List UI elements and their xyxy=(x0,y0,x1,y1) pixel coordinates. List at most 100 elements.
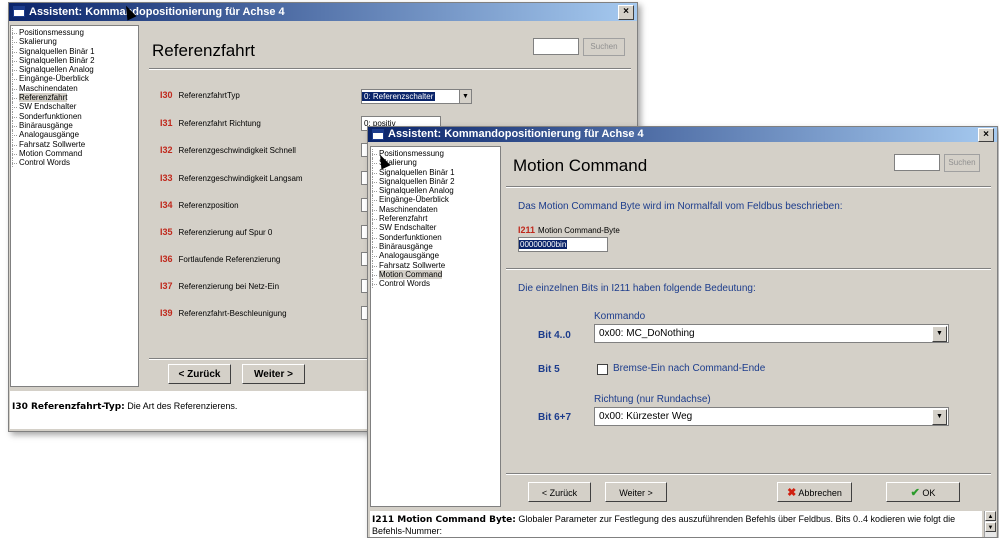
param-i32: I32 Referenzgeschwindigkeit Schnell xyxy=(160,145,296,155)
tree-item-label: Signalquellen Binär 2 xyxy=(19,55,95,65)
tree-item[interactable]: Fahrsatz Sollwerte xyxy=(371,260,500,271)
tree-item-label: SW Endschalter xyxy=(379,223,437,233)
front-mid-separator xyxy=(506,268,991,270)
tree-item[interactable]: Skalierung xyxy=(11,37,138,47)
i211-value-field[interactable]: 00000000bin xyxy=(518,237,608,252)
tree-item[interactable]: Binärausgänge xyxy=(11,120,138,131)
tree-item[interactable]: Sonderfunktionen xyxy=(371,232,500,243)
ok-label: OK xyxy=(922,488,936,498)
scroll-down-icon[interactable]: ▼ xyxy=(985,522,996,532)
mc-intro-text: Das Motion Command Byte wird im Normalfa… xyxy=(518,201,843,212)
tree-item[interactable]: Maschinendaten xyxy=(371,204,500,215)
help-scrollbar[interactable]: ▲ ▼ xyxy=(984,511,996,537)
front-weiter-button[interactable]: Weiter > xyxy=(605,482,667,502)
tree-item[interactable]: Signalquellen Binär 2 xyxy=(11,55,138,66)
param-i36: I36 Fortlaufende Referenzierung xyxy=(160,254,281,264)
tree-item[interactable]: Motion Command xyxy=(371,269,500,280)
tree-item-label: Fahrsatz Sollwerte xyxy=(19,139,86,149)
tree-item-label: Signalquellen Binär 2 xyxy=(379,176,455,186)
abbrechen-button[interactable]: ✖ Abbrechen xyxy=(777,482,852,502)
front-window: Assistent: Kommandopositionierung für Ac… xyxy=(367,126,998,538)
tree-item-label: Eingänge-Überblick xyxy=(19,74,89,84)
tree-item[interactable]: Eingänge-Überblick xyxy=(11,74,138,85)
tree-item[interactable]: Motion Command xyxy=(11,148,138,159)
tree-item-label: Binärausgänge xyxy=(19,120,73,130)
front-search-button[interactable]: Suchen xyxy=(944,154,980,172)
tree-item-label: Fahrsatz Sollwerte xyxy=(379,260,446,270)
tree-item[interactable]: Referenzfahrt xyxy=(371,214,500,224)
tree-item-label: Signalquellen Binär 1 xyxy=(19,46,95,56)
tree-item[interactable]: Positionsmessung xyxy=(11,28,138,38)
tree-item[interactable]: Signalquellen Analog xyxy=(11,65,138,75)
tree-item[interactable]: Maschinendaten xyxy=(11,83,138,94)
kommando-selected-value: 0x00: MC_DoNothing xyxy=(599,328,695,339)
tree-item[interactable]: Analogausgänge xyxy=(371,251,500,261)
bremse-label: Bremse-Ein nach Command-Ende xyxy=(613,363,766,374)
tree-item-label: Motion Command xyxy=(19,148,83,158)
param-i35: I35 Referenzierung auf Spur 0 xyxy=(160,227,273,237)
param-i34: I34 Referenzposition xyxy=(160,200,239,210)
tree-item-label: Signalquellen Binär 1 xyxy=(379,167,455,177)
richtung-select[interactable]: 0x00: Kürzester Weg ▼ xyxy=(594,407,949,426)
tree-item[interactable]: Signalquellen Binär 1 xyxy=(371,167,500,178)
tree-item-label: Skalierung xyxy=(19,37,57,47)
scroll-up-icon[interactable]: ▲ xyxy=(985,511,996,521)
richtung-selected-value: 0x00: Kürzester Weg xyxy=(599,411,693,422)
tree-item[interactable]: Signalquellen Binär 1 xyxy=(11,46,138,57)
close-icon[interactable]: × xyxy=(978,128,994,142)
tree-item[interactable]: SW Endschalter xyxy=(371,223,500,233)
cancel-x-icon: ✖ xyxy=(787,487,797,499)
front-header-separator xyxy=(506,186,991,188)
front-zurueck-button[interactable]: < Zurück xyxy=(528,482,591,502)
tree-item[interactable]: Positionsmessung xyxy=(371,149,500,159)
tree-item[interactable]: Sonderfunktionen xyxy=(11,111,138,122)
front-help-text: I211 Motion Command Byte: Globaler Param… xyxy=(370,511,982,537)
back-window-title: Assistent: Kommandopositionierung für Ac… xyxy=(29,6,285,18)
check-icon: ✔ xyxy=(910,487,920,499)
tree-item[interactable]: Binärausgänge xyxy=(371,241,500,252)
tree-item[interactable]: Signalquellen Binär 2 xyxy=(371,176,500,187)
back-search-button[interactable]: Suchen xyxy=(583,38,625,56)
kommando-label: Kommando xyxy=(594,311,646,322)
param-i37: I37 Referenzierung bei Netz-Ein xyxy=(160,281,280,291)
app-icon xyxy=(372,129,384,140)
tree-item[interactable]: Analogausgänge xyxy=(11,130,138,140)
kommando-select[interactable]: 0x00: MC_DoNothing ▼ xyxy=(594,324,949,343)
back-weiter-button[interactable]: Weiter > xyxy=(242,364,305,384)
bits-intro-text: Die einzelnen Bits in I211 haben folgend… xyxy=(518,283,756,294)
tree-item[interactable]: Control Words xyxy=(371,279,500,289)
front-window-titlebar[interactable]: Assistent: Kommandopositionierung für Ac… xyxy=(368,127,997,142)
tree-item[interactable]: Referenzfahrt xyxy=(11,93,138,103)
tree-item-label: SW Endschalter xyxy=(19,102,77,112)
back-window-titlebar[interactable]: Assistent: Kommandopositionierung für Ac… xyxy=(9,3,637,21)
front-search-input[interactable] xyxy=(894,154,940,171)
bit-4-0-label: Bit 4..0 xyxy=(538,330,571,341)
i211-value: 00000000bin xyxy=(519,240,568,249)
tree-item-label: Maschinendaten xyxy=(19,83,78,93)
tree-item[interactable]: SW Endschalter xyxy=(11,102,138,112)
front-nav-tree: Positionsmessung Skalierung Signalquellen … xyxy=(370,146,501,507)
tree-item[interactable]: Skalierung xyxy=(371,158,500,168)
chevron-down-icon[interactable]: ▼ xyxy=(459,90,471,103)
tree-item-label: Signalquellen Analog xyxy=(379,186,454,196)
param-i33: I33 Referenzgeschwindigkeit Langsam xyxy=(160,173,303,183)
chevron-down-icon[interactable]: ▼ xyxy=(932,409,947,425)
back-panel-title: Referenzfahrt xyxy=(152,41,255,60)
tree-item[interactable]: Control Words xyxy=(11,158,138,168)
back-search-input[interactable] xyxy=(533,38,579,55)
back-zurueck-button[interactable]: < Zurück xyxy=(168,364,231,384)
param-i211: I211 Motion Command-Byte xyxy=(518,225,620,235)
bremse-checkbox[interactable] xyxy=(597,364,608,375)
close-icon[interactable]: × xyxy=(618,5,634,20)
param-i30: I30 ReferenzfahrtTyp xyxy=(160,90,240,100)
ok-button[interactable]: ✔ OK xyxy=(886,482,960,502)
tree-item-label: Binärausgänge xyxy=(379,241,433,251)
tree-item[interactable]: Signalquellen Analog xyxy=(371,186,500,196)
tree-item[interactable]: Fahrsatz Sollwerte xyxy=(11,139,138,150)
front-footer-separator xyxy=(506,473,991,475)
tree-item[interactable]: Eingänge-Überblick xyxy=(371,195,500,206)
app-icon xyxy=(13,6,25,17)
chevron-down-icon[interactable]: ▼ xyxy=(932,326,947,342)
i30-type-select[interactable]: 0: Referenzschalter ▼ xyxy=(361,89,472,104)
tree-item-label: Analogausgänge xyxy=(19,130,80,140)
